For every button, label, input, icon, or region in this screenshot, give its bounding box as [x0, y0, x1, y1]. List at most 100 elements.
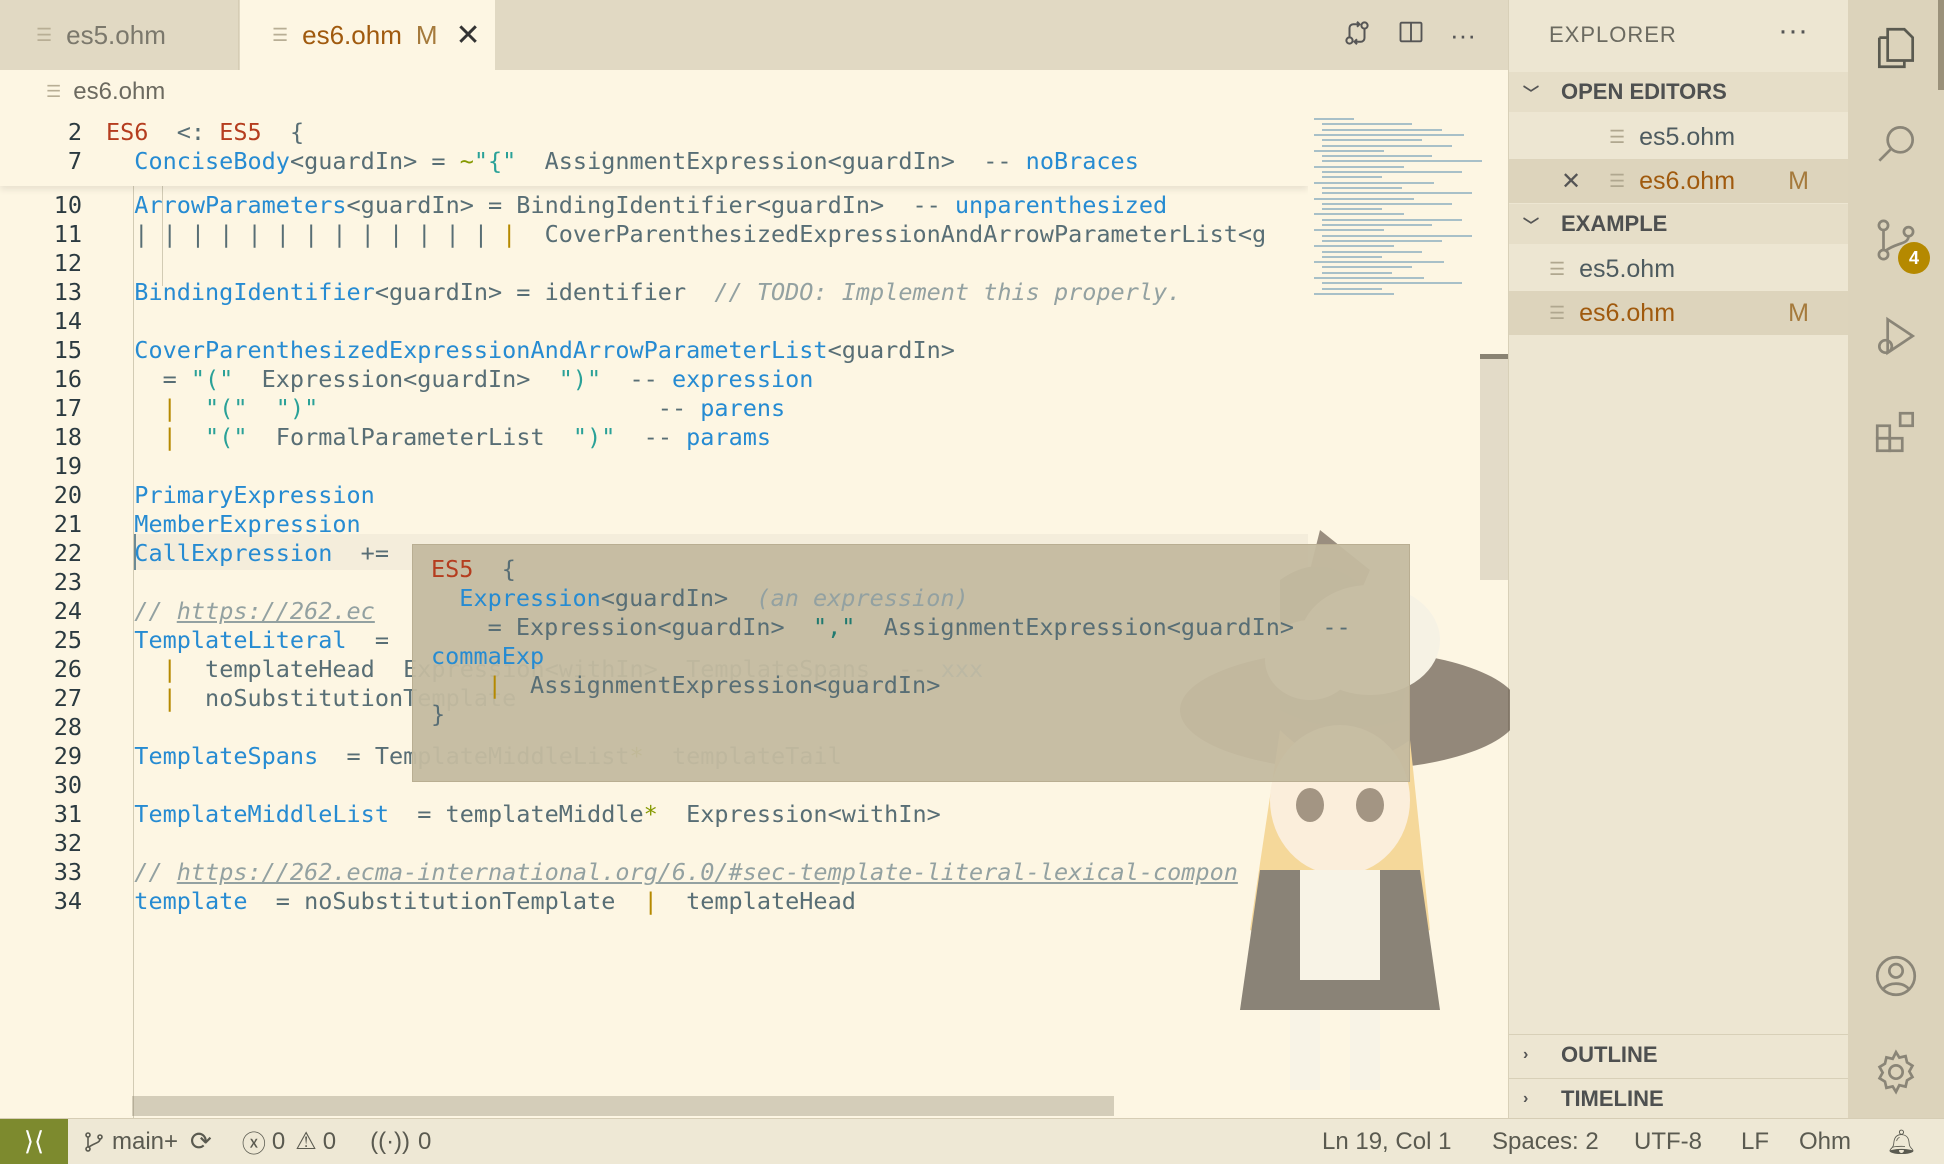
minimap-line: [1322, 234, 1472, 237]
breadcrumb[interactable]: ☰ es6.ohm: [0, 70, 1306, 114]
language-mode[interactable]: Ohm: [1799, 1119, 1851, 1164]
section-timeline[interactable]: › TIMELINE: [1509, 1078, 1849, 1118]
code-line[interactable]: 7 ConciseBody<guardIn> = ~"{" Assignment…: [0, 143, 1308, 179]
code-token: = templateMiddle: [388, 800, 644, 828]
minimap-line: [1322, 186, 1402, 189]
tab-es6[interactable]: ☰ es6.ohm M ✕: [240, 0, 495, 70]
source-control-icon[interactable]: 4: [1848, 192, 1944, 288]
section-open-editors[interactable]: ﹀ OPEN EDITORS: [1509, 72, 1849, 112]
code-token: |: [162, 394, 177, 422]
file-lines-icon: ☰: [1609, 170, 1626, 191]
file-item-es6[interactable]: ☰ es6.ohm M: [1509, 291, 1849, 335]
code-token: ES6: [106, 118, 149, 146]
code-token: "(": [205, 423, 248, 451]
open-editor-item-es6[interactable]: ✕ ☰ es6.ohm M: [1509, 159, 1849, 203]
notifications-bell-icon[interactable]: 🔔︎: [1886, 1119, 1916, 1164]
explorer-icon[interactable]: [1848, 0, 1944, 96]
close-icon[interactable]: ✕: [456, 18, 481, 53]
encoding[interactable]: UTF-8: [1634, 1119, 1702, 1164]
code-line[interactable]: 34 template = noSubstitutionTemplate | t…: [0, 883, 1308, 919]
breadcrumb-file: es6.ohm: [73, 78, 166, 105]
code-token: Expression<guardIn>: [233, 365, 559, 393]
ports-count: 0: [418, 1127, 432, 1155]
minimap-line: [1322, 192, 1472, 195]
tab-es5[interactable]: ☰ es5.ohm: [0, 0, 239, 70]
settings-gear-icon[interactable]: [1848, 1024, 1944, 1120]
sync-icon[interactable]: ⟳: [190, 1126, 212, 1157]
code-token: //: [134, 597, 177, 625]
code-token: {: [261, 118, 305, 146]
run-debug-icon[interactable]: [1848, 288, 1944, 384]
compare-changes-icon[interactable]: [1340, 18, 1374, 52]
minimap[interactable]: [1306, 114, 1482, 304]
explorer-title: EXPLORER: [1549, 22, 1677, 47]
code-token: |: [162, 684, 177, 712]
file-lines-icon: ☰: [1549, 258, 1566, 279]
minimap-line: [1322, 208, 1382, 211]
code-token: |: [487, 671, 502, 699]
code-token: | | | | | | | | | | | | |: [106, 220, 503, 248]
code-token: "(": [205, 394, 248, 422]
file-lines-icon: ☰: [1609, 126, 1626, 147]
minimap-line: [1314, 213, 1404, 216]
extensions-icon[interactable]: [1848, 384, 1944, 480]
code-token: FormalParameterList: [247, 423, 573, 451]
cursor-position[interactable]: Ln 19, Col 1: [1322, 1119, 1451, 1164]
code-token: unparenthesized: [954, 191, 1168, 219]
code-token: expression: [671, 365, 814, 393]
minimap-line: [1322, 202, 1452, 205]
minimap-line: [1314, 292, 1394, 295]
search-icon[interactable]: [1848, 96, 1944, 192]
file-item-es5[interactable]: ☰ es5.ohm: [1509, 247, 1849, 291]
more-actions-icon[interactable]: ···: [1446, 18, 1480, 52]
file-name: es6.ohm: [1579, 298, 1676, 327]
remote-indicator-icon[interactable]: ⟩⟨: [0, 1118, 68, 1164]
code-token: ArrowParameters: [134, 191, 347, 219]
section-label: OPEN EDITORS: [1561, 79, 1727, 104]
minimap-line: [1314, 149, 1384, 152]
code-token: <guardIn> = BindingIdentifier<guardIn> -…: [346, 191, 955, 219]
line-number: 7: [67, 147, 82, 175]
sticky-scroll[interactable]: 2 ES6 <: ES5 {7 ConciseBody<guardIn> = ~"…: [0, 114, 1308, 186]
minimap-line: [1314, 245, 1394, 248]
code-token: CoverParenthesizedExpressionAndArrowPara…: [134, 336, 828, 364]
explorer-panel: EXPLORER ··· ﹀ OPEN EDITORS ☰ es5.ohm ✕ …: [1508, 0, 1849, 1118]
more-actions-icon[interactable]: ···: [1778, 14, 1808, 48]
open-editor-item-es5[interactable]: ☰ es5.ohm: [1509, 115, 1849, 159]
close-icon[interactable]: ✕: [1561, 167, 1581, 196]
split-editor-icon[interactable]: [1394, 18, 1428, 52]
file-name: es6.ohm: [1639, 166, 1736, 195]
end-of-line[interactable]: LF: [1741, 1119, 1769, 1164]
code-token: TemplateLiteral: [134, 626, 347, 654]
account-icon[interactable]: [1848, 928, 1944, 1024]
code-token: ")": [275, 394, 319, 422]
code-token: {: [473, 555, 516, 583]
code-token: |: [162, 655, 177, 683]
horizontal-scrollbar[interactable]: [132, 1096, 1114, 1116]
ports-indicator[interactable]: ((·)) 0: [370, 1128, 431, 1156]
problems-indicator[interactable]: ⓧ 0 ⚠ 0: [242, 1124, 336, 1159]
code-token: <guardIn>: [600, 584, 757, 612]
vertical-scrollbar[interactable]: [1480, 355, 1508, 580]
indentation[interactable]: Spaces: 2: [1492, 1119, 1599, 1164]
section-outline[interactable]: › OUTLINE: [1509, 1034, 1849, 1074]
minimap-line: [1322, 239, 1442, 242]
code-token: =: [346, 626, 389, 654]
minimap-line: [1322, 287, 1382, 290]
minimap-line: [1322, 224, 1432, 226]
tab-label: es6.ohm: [302, 19, 402, 50]
section-example-folder[interactable]: ﹀ EXAMPLE: [1509, 204, 1849, 244]
minimap-line: [1314, 118, 1354, 120]
minimap-line: [1314, 165, 1404, 168]
branch-indicator[interactable]: main+ ⟳: [82, 1126, 212, 1157]
